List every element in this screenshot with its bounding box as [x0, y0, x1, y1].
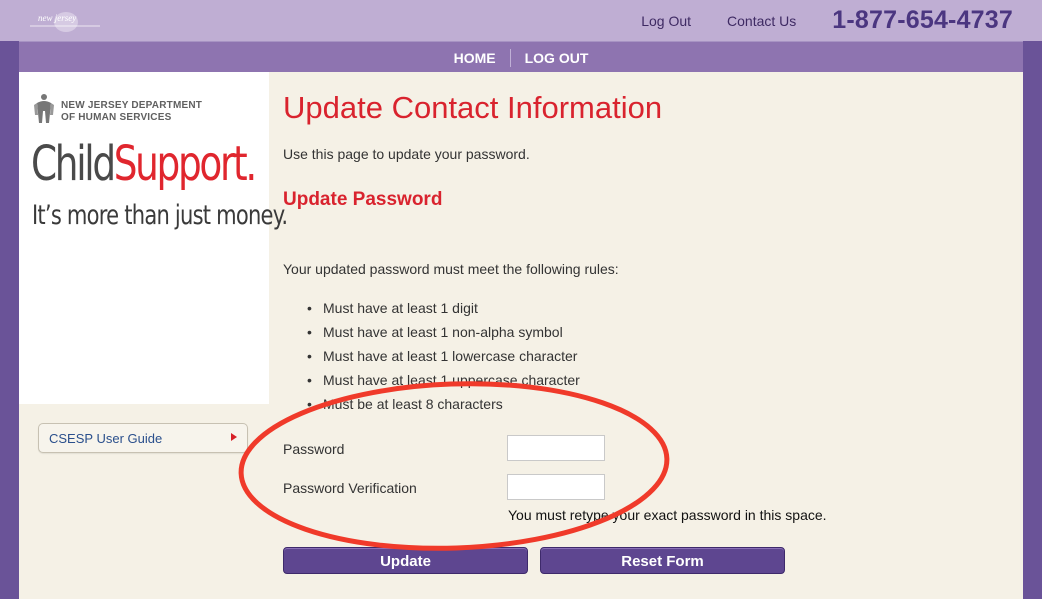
top-bar: new jersey Log Out Contact Us 1-877-654-… — [0, 0, 1042, 41]
rule-item: Must have at least 1 digit — [307, 296, 580, 320]
update-button[interactable]: Update — [283, 547, 528, 574]
dept-name-line2: OF HUMAN SERVICES — [61, 112, 172, 123]
dept-name: NEW JERSEY DEPARTMENT OF HUMAN SERVICES — [61, 100, 202, 124]
page-intro: Use this page to update your password. — [283, 146, 530, 162]
svg-text:new jersey: new jersey — [38, 13, 76, 23]
top-logout-link[interactable]: Log Out — [641, 13, 691, 29]
child-support-logo: ChildSupport. — [31, 136, 258, 192]
page-title: Update Contact Information — [283, 90, 663, 125]
main-nav: HOME LOG OUT — [19, 41, 1023, 73]
rule-item: Must have at least 1 lowercase character — [307, 344, 580, 368]
user-guide-button[interactable]: CSESP User Guide — [38, 423, 248, 453]
brand-child: Child — [31, 136, 116, 192]
reset-form-button[interactable]: Reset Form — [540, 547, 785, 574]
password-verification-label: Password Verification — [283, 480, 417, 496]
nav-logout[interactable]: LOG OUT — [511, 50, 603, 66]
dept-name-line1: NEW JERSEY DEPARTMENT — [61, 100, 203, 111]
brand-support: Support. — [113, 136, 258, 192]
password-verification-input[interactable] — [507, 474, 605, 500]
rules-intro: Your updated password must meet the foll… — [283, 261, 619, 277]
right-edge — [1023, 0, 1042, 599]
new-jersey-logo: new jersey — [30, 12, 100, 32]
phone-number: 1-877-654-4737 — [832, 6, 1013, 34]
brand-tagline: It’s more than just money. — [32, 200, 288, 231]
verification-hint: You must retype your exact password in t… — [508, 507, 827, 523]
rule-item: Must have at least 1 uppercase character — [307, 368, 580, 392]
left-edge — [0, 0, 19, 599]
password-rules-list: Must have at least 1 digit Must have at … — [307, 296, 580, 416]
dhs-figures-icon — [34, 94, 54, 123]
arrow-right-icon — [231, 433, 237, 441]
top-links: Log Out Contact Us 1-877-654-4737 — [641, 0, 1042, 41]
rule-item: Must have at least 1 non-alpha symbol — [307, 320, 580, 344]
contact-us-link[interactable]: Contact Us — [727, 13, 796, 29]
sidebar-brand-panel: NEW JERSEY DEPARTMENT OF HUMAN SERVICES … — [19, 72, 288, 404]
section-title: Update Password — [283, 189, 443, 210]
user-guide-label: CSESP User Guide — [49, 431, 163, 446]
nav-home[interactable]: HOME — [440, 50, 510, 66]
password-label: Password — [283, 441, 345, 457]
rule-item: Must be at least 8 characters — [307, 392, 580, 416]
password-input[interactable] — [507, 435, 605, 461]
